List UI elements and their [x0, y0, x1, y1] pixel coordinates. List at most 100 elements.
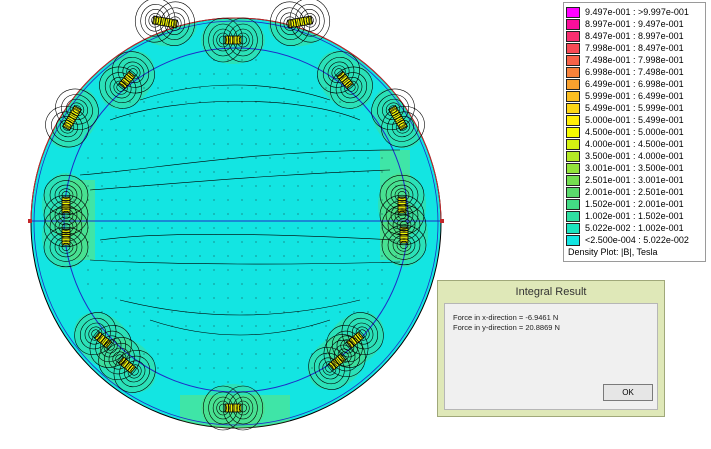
mesh-dot — [185, 367, 187, 369]
mesh-dot — [297, 325, 299, 327]
mesh-dot — [241, 283, 243, 285]
mesh-dot — [311, 87, 313, 89]
mesh-dot — [129, 185, 131, 187]
mesh-dot — [185, 325, 187, 327]
mesh-dot — [171, 213, 173, 215]
mesh-dot — [325, 129, 327, 131]
mesh-dot — [283, 241, 285, 243]
mesh-dot — [227, 353, 229, 355]
mesh-dot — [367, 185, 369, 187]
mesh-dot — [325, 241, 327, 243]
mesh-dot — [185, 255, 187, 257]
mesh-dot — [199, 297, 201, 299]
mesh-dot — [115, 311, 117, 313]
mesh-dot — [367, 129, 369, 131]
mesh-dot — [311, 241, 313, 243]
mesh-dot — [241, 129, 243, 131]
mesh-dot — [311, 255, 313, 257]
mesh-dot — [115, 157, 117, 159]
mesh-dot — [283, 339, 285, 341]
mesh-dot — [255, 59, 257, 61]
mesh-dot — [171, 269, 173, 271]
mesh-dot — [297, 269, 299, 271]
mesh-dot — [241, 381, 243, 383]
mesh-dot — [311, 213, 313, 215]
mesh-dot — [115, 185, 117, 187]
mesh-dot — [255, 353, 257, 355]
mesh-dot — [241, 255, 243, 257]
legend-swatch — [566, 163, 580, 174]
mesh-dot — [213, 199, 215, 201]
mesh-dot — [171, 311, 173, 313]
mesh-dot — [213, 213, 215, 215]
mesh-dot — [339, 129, 341, 131]
mesh-dot — [101, 255, 103, 257]
mesh-dot — [325, 227, 327, 229]
mesh-dot — [269, 227, 271, 229]
mesh-dot — [241, 367, 243, 369]
mesh-dot — [367, 269, 369, 271]
mesh-dot — [339, 269, 341, 271]
mesh-dot — [143, 129, 145, 131]
mesh-dot — [101, 227, 103, 229]
mesh-dot — [283, 297, 285, 299]
mesh-dot — [227, 185, 229, 187]
mesh-dot — [185, 115, 187, 117]
mesh-dot — [171, 255, 173, 257]
mesh-dot — [269, 87, 271, 89]
mesh-dot — [213, 241, 215, 243]
mesh-dot — [269, 311, 271, 313]
mesh-dot — [157, 185, 159, 187]
mesh-dot — [367, 199, 369, 201]
mesh-dot — [213, 325, 215, 327]
legend-swatch — [566, 175, 580, 186]
mesh-dot — [339, 241, 341, 243]
mesh-dot — [227, 73, 229, 75]
mesh-dot — [143, 255, 145, 257]
legend-swatch — [566, 139, 580, 150]
mesh-dot — [381, 297, 383, 299]
mesh-dot — [73, 241, 75, 243]
mesh-dot — [255, 129, 257, 131]
mesh-dot — [185, 129, 187, 131]
mesh-dot — [269, 213, 271, 215]
mesh-dot — [297, 101, 299, 103]
mesh-dot — [213, 353, 215, 355]
mesh-dot — [297, 339, 299, 341]
mesh-dot — [297, 227, 299, 229]
mesh-dot — [227, 241, 229, 243]
mesh-dot — [255, 227, 257, 229]
mesh-dot — [129, 311, 131, 313]
mesh-dot — [283, 157, 285, 159]
mesh-dot — [241, 325, 243, 327]
mesh-dot — [129, 297, 131, 299]
mesh-dot — [185, 185, 187, 187]
mesh-dot — [325, 255, 327, 257]
mesh-dot — [199, 87, 201, 89]
mesh-dot — [171, 115, 173, 117]
mesh-dot — [269, 255, 271, 257]
mesh-dot — [311, 143, 313, 145]
mesh-dot — [213, 297, 215, 299]
mesh-dot — [199, 241, 201, 243]
mesh-dot — [269, 185, 271, 187]
mesh-dot — [213, 283, 215, 285]
mesh-dot — [73, 199, 75, 201]
mesh-dot — [157, 101, 159, 103]
mesh-dot — [227, 311, 229, 313]
mesh-dot — [227, 255, 229, 257]
mesh-dot — [339, 101, 341, 103]
mesh-dot — [227, 199, 229, 201]
mesh-dot — [283, 73, 285, 75]
mesh-dot — [339, 311, 341, 313]
mesh-dot — [297, 143, 299, 145]
mesh-dot — [283, 325, 285, 327]
ok-button[interactable]: OK — [603, 384, 653, 401]
mesh-dot — [143, 101, 145, 103]
mesh-dot — [353, 241, 355, 243]
mesh-dot — [157, 297, 159, 299]
mesh-dot — [157, 325, 159, 327]
mesh-dot — [157, 171, 159, 173]
mesh-dot — [171, 171, 173, 173]
legend-swatch — [566, 187, 580, 198]
